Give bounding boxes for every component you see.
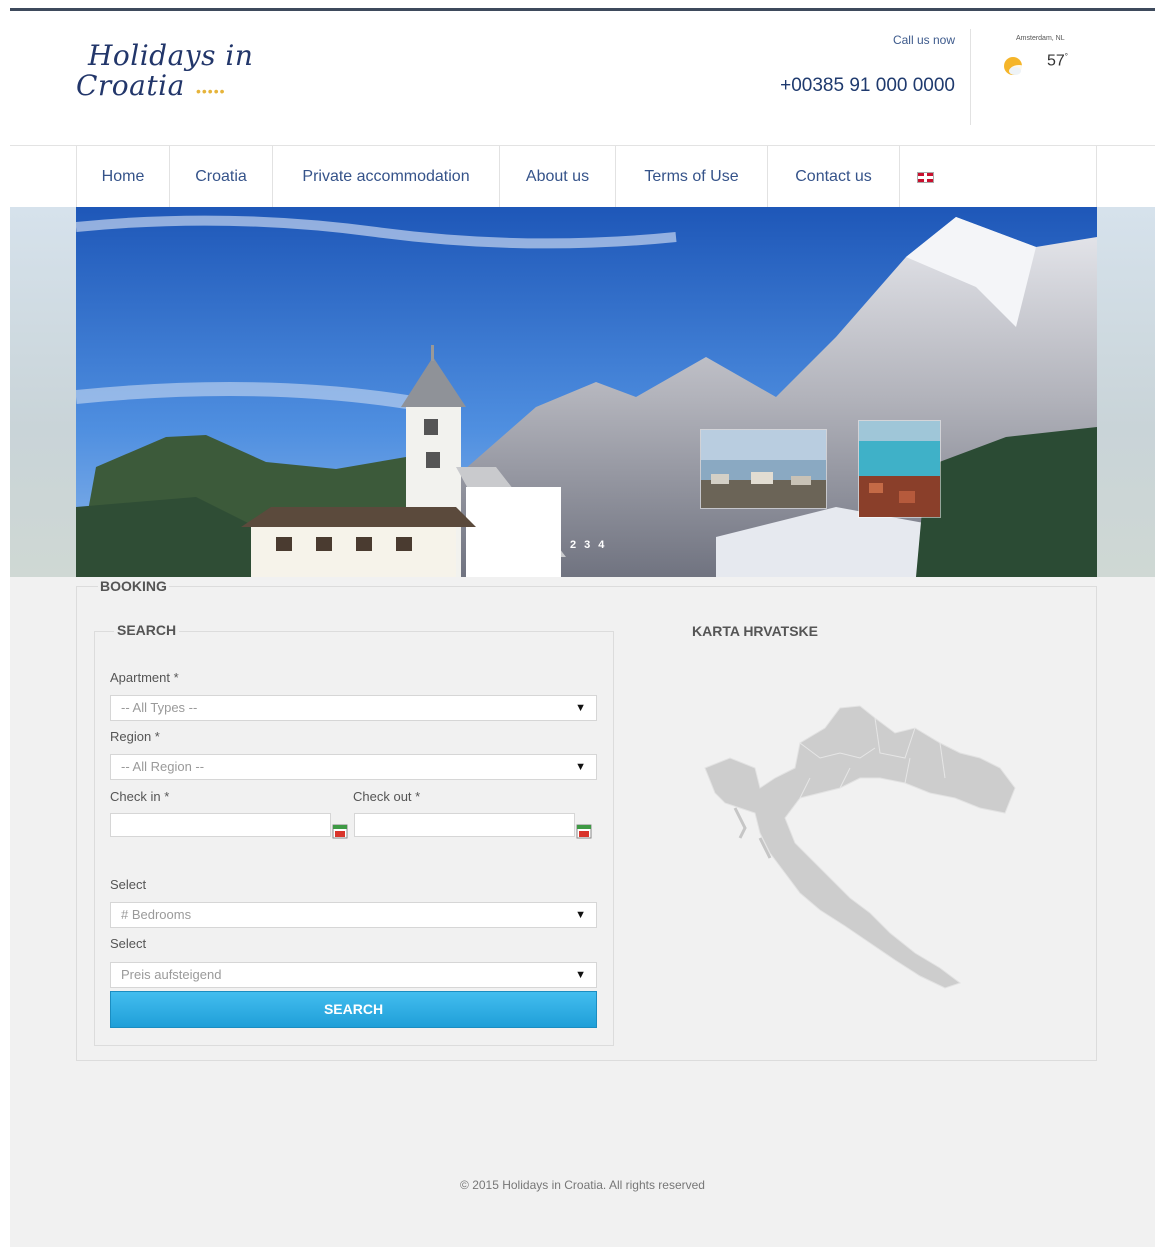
search-title: SEARCH bbox=[114, 622, 180, 638]
apartment-select[interactable]: -- All Types -- ▼ bbox=[110, 695, 597, 721]
hero-band: 234 bbox=[10, 207, 1155, 577]
dropdown-arrow-icon: ▼ bbox=[575, 909, 586, 921]
slider-page-4[interactable]: 4 bbox=[598, 539, 612, 551]
logo-dots: ••••• bbox=[196, 83, 226, 99]
slider-pagination[interactable]: 234 bbox=[570, 539, 612, 551]
region-select-value: -- All Region -- bbox=[121, 759, 205, 774]
nav-terms-of-use[interactable]: Terms of Use bbox=[616, 146, 768, 208]
slider-page-3[interactable]: 3 bbox=[584, 539, 598, 551]
checkout-input[interactable] bbox=[354, 813, 575, 837]
hero-slider[interactable]: 234 bbox=[76, 207, 1097, 577]
bedrooms-label: Select bbox=[110, 877, 147, 892]
nav-private-accommodation[interactable]: Private accommodation bbox=[273, 146, 500, 208]
region-label: Region * bbox=[110, 729, 160, 744]
bedrooms-select-value: # Bedrooms bbox=[121, 907, 192, 922]
call-label: Call us now bbox=[892, 33, 955, 47]
weather-city: Amsterdam, NL bbox=[1016, 35, 1065, 42]
page: Holidays in Croatia ••••• Call us now +0… bbox=[10, 8, 1155, 1247]
slider-page-2[interactable]: 2 bbox=[570, 539, 584, 551]
checkin-label: Check in * bbox=[110, 789, 170, 804]
site-logo[interactable]: Holidays in Croatia ••••• bbox=[76, 37, 276, 107]
main-nav: Home Croatia Private accommodation About… bbox=[76, 146, 1097, 208]
header: Holidays in Croatia ••••• Call us now +0… bbox=[10, 11, 1155, 145]
dropdown-arrow-icon: ▼ bbox=[575, 761, 586, 773]
nav-contact-us[interactable]: Contact us bbox=[768, 146, 900, 208]
weather-divider bbox=[970, 29, 971, 125]
nav-band: Home Croatia Private accommodation About… bbox=[10, 145, 1155, 209]
weather-temperature: 57° bbox=[1047, 52, 1068, 70]
region-select[interactable]: -- All Region -- ▼ bbox=[110, 754, 597, 780]
phone-number: +00385 91 000 0000 bbox=[780, 75, 955, 96]
sort-select[interactable]: Preis aufsteigend ▼ bbox=[110, 962, 597, 988]
checkout-label: Check out * bbox=[353, 789, 421, 804]
map-title: KARTA HRVATSKE bbox=[692, 623, 818, 639]
sort-select-value: Preis aufsteigend bbox=[121, 967, 222, 982]
apartment-label: Apartment * bbox=[110, 670, 179, 685]
croatia-map[interactable] bbox=[700, 698, 1020, 998]
dropdown-arrow-icon: ▼ bbox=[575, 969, 586, 981]
logo-line2: Croatia bbox=[76, 69, 185, 102]
dropdown-arrow-icon: ▼ bbox=[575, 702, 586, 714]
booking-title: BOOKING bbox=[98, 578, 169, 594]
hero-image bbox=[76, 207, 1097, 577]
calendar-icon[interactable] bbox=[332, 823, 348, 839]
partly-sunny-icon bbox=[1004, 57, 1028, 75]
slider-thumbnail-harbor[interactable] bbox=[700, 429, 827, 509]
slider-thumbnail-coast[interactable] bbox=[858, 420, 941, 518]
nav-language[interactable] bbox=[900, 146, 950, 208]
nav-home[interactable]: Home bbox=[77, 146, 170, 208]
apartment-select-value: -- All Types -- bbox=[121, 700, 198, 715]
nav-about-us[interactable]: About us bbox=[500, 146, 616, 208]
footer-copyright: © 2015 Holidays in Croatia. All rights r… bbox=[460, 1178, 705, 1192]
checkin-input[interactable] bbox=[110, 813, 331, 837]
harbor-image bbox=[701, 430, 826, 508]
nav-croatia[interactable]: Croatia bbox=[170, 146, 273, 208]
logo-line1: Holidays in bbox=[88, 39, 254, 72]
bedrooms-select[interactable]: # Bedrooms ▼ bbox=[110, 902, 597, 928]
uk-flag-icon[interactable] bbox=[916, 171, 934, 183]
calendar-icon[interactable] bbox=[576, 823, 592, 839]
coast-image bbox=[859, 421, 940, 517]
sort-label: Select bbox=[110, 936, 147, 951]
search-button[interactable]: SEARCH bbox=[110, 991, 597, 1028]
